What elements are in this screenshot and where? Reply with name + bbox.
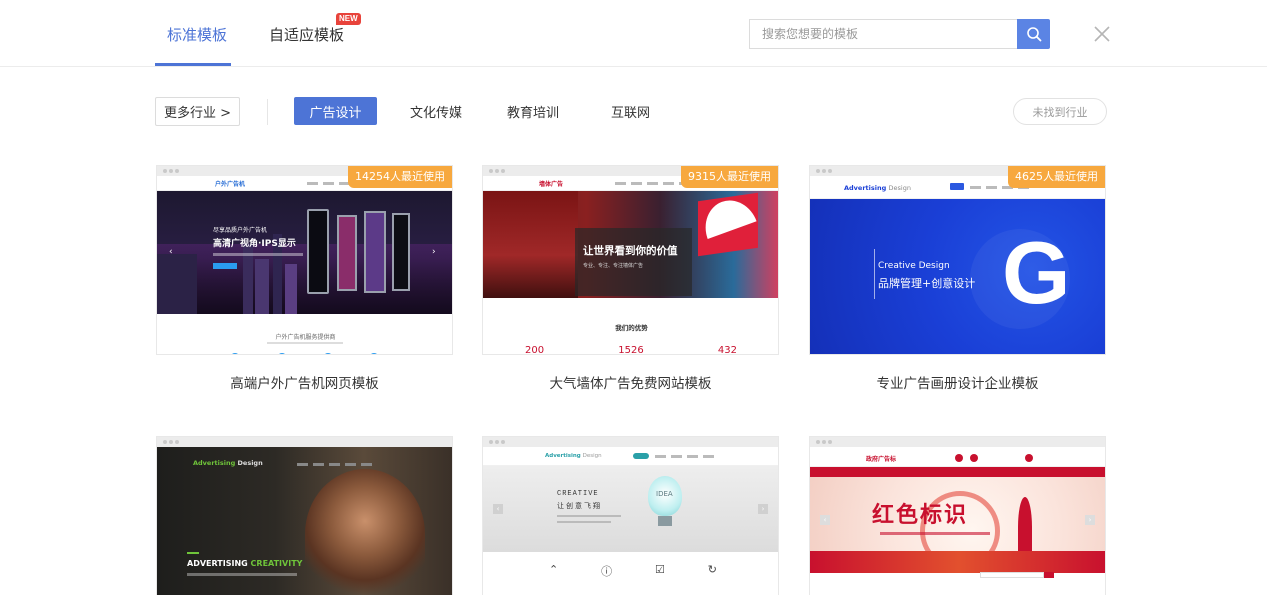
template-thumbnail[interactable]: 墙体广告 让世界看到你的价值 专业、专注、专注墙体广告 我们的优势 200 15…	[482, 165, 779, 355]
template-thumbnail[interactable]: Advertising Design CREATIVE 让创意飞翔 IDEA ‹…	[482, 436, 779, 595]
preview-logo: Advertising Design	[545, 453, 602, 459]
usage-badge: 4625人最近使用	[1008, 166, 1105, 188]
template-card-outdoor-ad[interactable]: 户外广告机 尽享品质户外广告机 高清广视角·IPS显示 ‹ › 户外广告机服务提…	[156, 165, 453, 392]
category-ad-design[interactable]: 广告设计	[294, 97, 377, 125]
template-thumbnail[interactable]: Advertising Design ADVERTISING CREATIVIT…	[156, 436, 453, 595]
browser-bar	[483, 437, 778, 447]
category-internet[interactable]: 互联网	[611, 97, 650, 125]
preview-big-letter: G	[1002, 223, 1071, 322]
preview-hero-english: CREATIVE	[557, 490, 599, 498]
close-icon	[1094, 26, 1110, 42]
preview-hero-chinese: 让创意飞翔	[557, 502, 602, 510]
preview-hero-subtitle: 尽享品质户外广告机	[213, 227, 268, 234]
preview-hero: CREATIVE 让创意飞翔 IDEA ‹ ›	[483, 466, 778, 552]
template-card-wall-ad[interactable]: 墙体广告 让世界看到你的价值 专业、专注、专注墙体广告 我们的优势 200 15…	[482, 165, 779, 392]
preview-logo: 墙体广告	[539, 181, 564, 188]
preview-bulb-text: IDEA	[656, 490, 673, 498]
preview-logo: Advertising Design	[844, 184, 911, 192]
preview-hero-title: 让世界看到你的价值	[583, 245, 678, 257]
preview-hero-title: 红色标识	[872, 502, 969, 528]
browser-bar	[810, 437, 1105, 447]
preview-nav: 政府广告标	[810, 447, 1105, 467]
chart-icon: ⌃	[549, 563, 559, 576]
preview-hero-title: 高清广视角·IPS显示	[213, 239, 296, 249]
preview-hero: Creative Design 品牌管理+创意设计 G	[810, 199, 1105, 354]
browser-bar	[157, 437, 452, 447]
more-industries-button[interactable]: 更多行业 >	[155, 97, 240, 126]
template-thumbnail[interactable]: 户外广告机 尽享品质户外广告机 高清广视角·IPS显示 ‹ › 户外广告机服务提…	[156, 165, 453, 355]
tab-standard-templates[interactable]: 标准模板	[167, 24, 227, 45]
chevron-right-icon: ›	[1085, 515, 1095, 525]
template-title[interactable]: 大气墙体广告免费网站模板	[482, 372, 779, 392]
chevron-right-icon: ›	[432, 247, 436, 257]
preview-hero-subtitle: 专业、专注、专注墙体广告	[583, 263, 644, 269]
preview-hero-chinese: 品牌管理+创意设计	[878, 277, 976, 290]
info-icon: ⓘ	[601, 565, 613, 578]
template-card-creative-bulb[interactable]: Advertising Design CREATIVE 让创意飞翔 IDEA ‹…	[482, 436, 779, 595]
category-culture-media[interactable]: 文化传媒	[410, 97, 462, 125]
usage-badge: 9315人最近使用	[681, 166, 778, 188]
preview-section-title: 我们的优势	[615, 324, 648, 332]
tab-adaptive-templates[interactable]: 自适应模板	[269, 24, 344, 45]
preview-feature-icons: ⌃ ⓘ ☑ ↻	[549, 563, 717, 583]
chevron-left-icon: ‹	[820, 515, 830, 525]
checkbox-icon: ☑	[655, 563, 665, 576]
industry-not-found-button[interactable]: 未找到行业	[1013, 98, 1107, 125]
preview-hero: 尽享品质户外广告机 高清广视角·IPS显示 ‹ ›	[157, 191, 452, 314]
preview-hero-title: ADVERTISING CREATIVITY	[187, 559, 303, 568]
preview-hero-english: Creative Design	[878, 261, 950, 271]
preview-stats: 200 1526 432	[525, 344, 737, 355]
close-button[interactable]	[1092, 24, 1112, 44]
search-input[interactable]	[749, 19, 1018, 49]
refresh-icon: ↻	[707, 563, 717, 576]
chevron-right-icon: ›	[758, 504, 768, 514]
header-bar: 标准模板 自适应模板 NEW	[0, 0, 1267, 67]
usage-badge: 14254人最近使用	[348, 166, 452, 188]
preview-hero: 红色标识 ‹ ›	[810, 477, 1105, 573]
template-title[interactable]: 专业广告画册设计企业模板	[809, 372, 1106, 392]
active-tab-underline	[155, 63, 231, 66]
chevron-left-icon: ‹	[493, 504, 503, 514]
preview-red-nav	[810, 467, 1105, 477]
preview-nav: Advertising Design	[483, 447, 778, 466]
preview-logo: 政府广告标	[866, 456, 897, 463]
template-thumbnail[interactable]: 政府广告标 红色标识 ‹ ›	[809, 436, 1106, 595]
preview-logo: Advertising Design	[193, 459, 263, 467]
preview-hero: Advertising Design ADVERTISING CREATIVIT…	[157, 447, 452, 595]
filter-divider	[267, 99, 268, 125]
preview-section-title: 户外广告机服务提供商	[275, 334, 336, 341]
preview-hero: 让世界看到你的价值 专业、专注、专注墙体广告	[483, 191, 778, 298]
search-button[interactable]	[1017, 19, 1050, 49]
template-thumbnail[interactable]: Advertising Design Creative Design 品牌管理+…	[809, 165, 1106, 355]
template-card-brochure-design[interactable]: Advertising Design Creative Design 品牌管理+…	[809, 165, 1106, 392]
template-card-red-logo[interactable]: 政府广告标 红色标识 ‹ ›	[809, 436, 1106, 595]
preview-logo: 户外广告机	[215, 181, 246, 188]
category-education[interactable]: 教育培训	[507, 97, 559, 125]
template-title[interactable]: 高端户外广告机网页模板	[156, 372, 453, 392]
chevron-left-icon: ‹	[169, 247, 173, 257]
new-badge: NEW	[336, 13, 361, 25]
template-card-advertising-creativity[interactable]: Advertising Design ADVERTISING CREATIVIT…	[156, 436, 453, 595]
search-icon	[1026, 27, 1041, 42]
